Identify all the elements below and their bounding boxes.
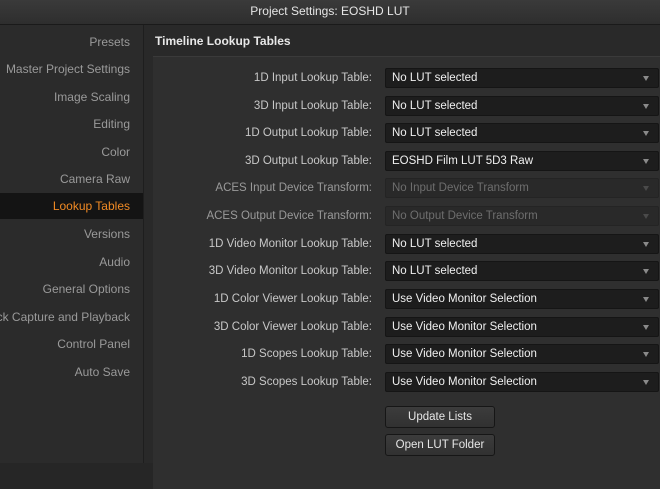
chevron-down-icon xyxy=(643,214,649,219)
select-value: Use Video Monitor Selection xyxy=(392,348,537,360)
lut-select-3d-input[interactable]: No LUT selected xyxy=(385,96,659,116)
sidebar-item-image-scaling[interactable]: Image Scaling xyxy=(54,84,130,110)
select-value: No LUT selected xyxy=(392,72,478,84)
row-label: ACES Output Device Transform: xyxy=(206,210,372,222)
window-title: Project Settings: EOSHD LUT xyxy=(0,0,660,25)
sidebar-item-presets[interactable]: Presets xyxy=(89,29,130,55)
lut-select-3d-color-viewer[interactable]: Use Video Monitor Selection xyxy=(385,317,659,337)
chevron-down-icon xyxy=(643,159,649,164)
row-label: 3D Scopes Lookup Table: xyxy=(241,376,372,388)
select-value: No LUT selected xyxy=(392,238,478,250)
sidebar-item-control-panel[interactable]: Control Panel xyxy=(57,331,130,357)
chevron-down-icon xyxy=(643,131,649,136)
sidebar-item-general-options[interactable]: General Options xyxy=(43,276,130,302)
select-value: Use Video Monitor Selection xyxy=(392,376,537,388)
select-value: No LUT selected xyxy=(392,127,478,139)
section-title: Timeline Lookup Tables xyxy=(155,34,291,48)
chevron-down-icon xyxy=(643,269,649,274)
settings-main: Timeline Lookup Tables 1D Input Lookup T… xyxy=(144,25,660,489)
chevron-down-icon xyxy=(643,380,649,385)
chevron-down-icon xyxy=(643,297,649,302)
lut-select-3d-scopes[interactable]: Use Video Monitor Selection xyxy=(385,372,659,392)
row-label: 1D Output Lookup Table: xyxy=(244,127,372,139)
row-label: ACES Input Device Transform: xyxy=(215,182,372,194)
lut-select-1d-input[interactable]: No LUT selected xyxy=(385,68,659,88)
lookup-tables-panel: 1D Input Lookup Table: No LUT selected 3… xyxy=(153,56,660,489)
chevron-down-icon xyxy=(643,186,649,191)
select-value: No LUT selected xyxy=(392,100,478,112)
lut-select-1d-color-viewer[interactable]: Use Video Monitor Selection xyxy=(385,289,659,309)
update-lists-button[interactable]: Update Lists xyxy=(385,406,495,428)
row-label: 1D Color Viewer Lookup Table: xyxy=(213,293,372,305)
row-label: 3D Video Monitor Lookup Table: xyxy=(208,265,372,277)
chevron-down-icon xyxy=(643,104,649,109)
select-value: EOSHD Film LUT 5D3 Raw xyxy=(392,155,534,167)
sidebar-item-master-project[interactable]: Master Project Settings xyxy=(6,56,130,82)
chevron-down-icon xyxy=(643,352,649,357)
row-label: 3D Output Lookup Table: xyxy=(244,155,372,167)
lut-select-3d-output[interactable]: EOSHD Film LUT 5D3 Raw xyxy=(385,151,659,171)
chevron-down-icon xyxy=(643,76,649,81)
select-value: No LUT selected xyxy=(392,265,478,277)
row-label: 1D Input Lookup Table: xyxy=(253,72,372,84)
lut-select-1d-video-monitor[interactable]: No LUT selected xyxy=(385,234,659,254)
open-lut-folder-button[interactable]: Open LUT Folder xyxy=(385,434,495,456)
sidebar-item-camera-raw[interactable]: Camera Raw xyxy=(60,166,130,192)
select-value: No Input Device Transform xyxy=(392,182,529,194)
chevron-down-icon xyxy=(643,325,649,330)
lut-select-1d-scopes[interactable]: Use Video Monitor Selection xyxy=(385,344,659,364)
select-value: Use Video Monitor Selection xyxy=(392,293,537,305)
row-label: 3D Color Viewer Lookup Table: xyxy=(213,321,372,333)
row-label: 1D Video Monitor Lookup Table: xyxy=(208,238,372,250)
select-value: Use Video Monitor Selection xyxy=(392,321,537,333)
row-label: 3D Input Lookup Table: xyxy=(253,100,372,112)
chevron-down-icon xyxy=(643,242,649,247)
aces-input-transform-select: No Input Device Transform xyxy=(385,178,659,198)
select-value: No Output Device Transform xyxy=(392,210,538,222)
lut-select-3d-video-monitor[interactable]: No LUT selected xyxy=(385,261,659,281)
lut-select-1d-output[interactable]: No LUT selected xyxy=(385,123,659,143)
aces-output-transform-select: No Output Device Transform xyxy=(385,206,659,226)
sidebar-item-deck-capture[interactable]: ck Capture and Playback xyxy=(0,304,130,330)
row-label: 1D Scopes Lookup Table: xyxy=(241,348,372,360)
